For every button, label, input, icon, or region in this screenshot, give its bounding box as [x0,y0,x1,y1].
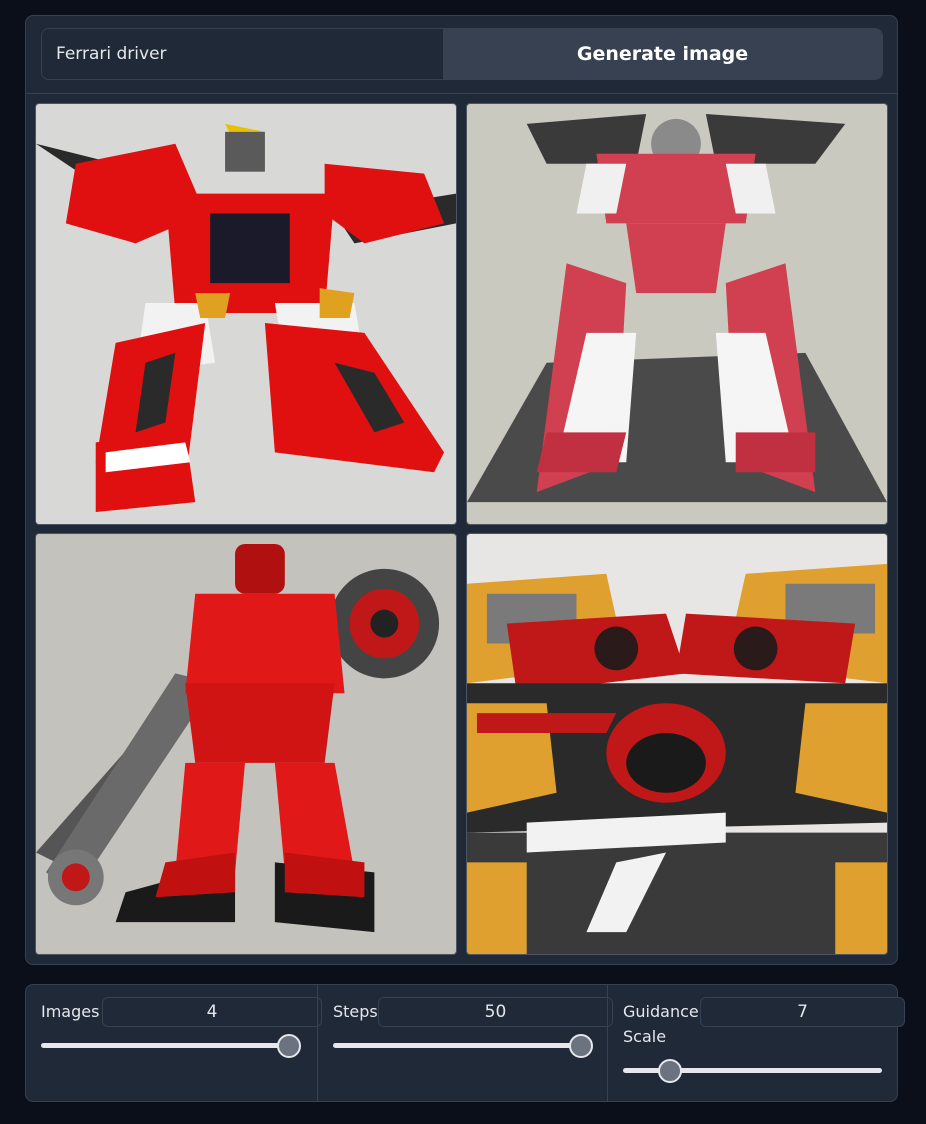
prompt-input[interactable] [42,29,443,79]
steps-value-input[interactable] [378,997,613,1027]
slider-track [333,1043,581,1048]
gallery-image-4[interactable] [466,533,888,955]
yellow-red-mecha-machinery-image [467,534,887,954]
slider-track [41,1043,289,1048]
gallery-image-3[interactable] [35,533,457,955]
gallery-image-2[interactable] [466,103,888,525]
steps-slider[interactable] [333,1034,593,1058]
divider [26,93,897,94]
guidance-scale-control: Guidance Scale [607,985,905,1101]
images-label: Images [41,1002,100,1021]
images-control: Images [26,985,322,1101]
slider-thumb[interactable] [657,1059,682,1083]
steps-control: Steps [317,985,613,1101]
images-value-input[interactable] [102,997,322,1027]
gallery-image-1[interactable] [35,103,457,525]
red-white-mecha-robot-image [36,104,456,524]
red-grey-gundam-robot-image [467,104,887,524]
red-robot-with-cannon-image [36,534,456,954]
slider-thumb[interactable] [569,1034,593,1058]
guidance-scale-slider[interactable] [623,1059,882,1083]
settings-panel: Images Steps Guidance Scale [25,984,905,1102]
generation-panel: Generate image [25,15,898,965]
guidance-scale-label: Guidance Scale [623,1002,699,1046]
guidance-scale-value-input[interactable] [700,997,905,1027]
prompt-row: Generate image [41,28,883,80]
slider-thumb[interactable] [277,1034,301,1058]
images-slider[interactable] [41,1034,301,1058]
generate-image-button[interactable]: Generate image [443,29,882,79]
